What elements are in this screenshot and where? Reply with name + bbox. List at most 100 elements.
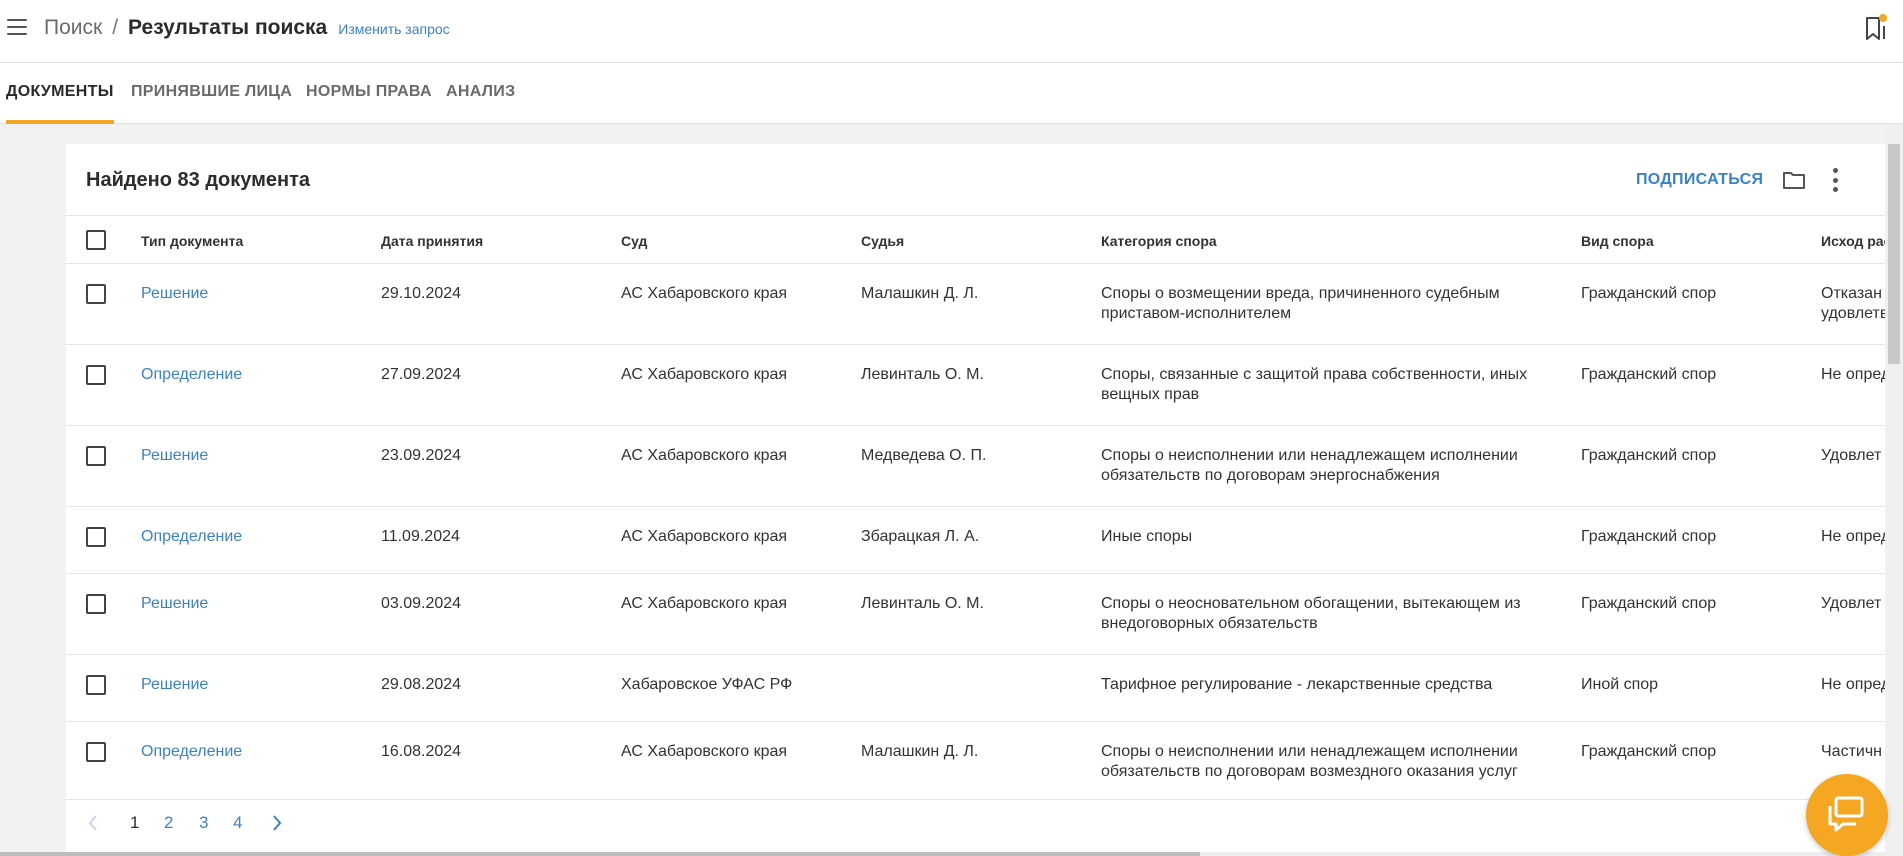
top-bar: Поиск / Результаты поиска Изменить запро… bbox=[0, 0, 1903, 63]
results-header: Найдено 83 документа ПОДПИСАТЬСЯ bbox=[66, 144, 1886, 216]
table-row[interactable]: Определение 16.08.2024 АС Хабаровского к… bbox=[66, 722, 1886, 800]
category-line-2: обязательств по договорам энергоснабжени… bbox=[1101, 467, 1440, 484]
tab-analysis[interactable]: АНАЛИЗ bbox=[446, 63, 515, 124]
doc-category: Споры о неисполнении или ненадлежащем ис… bbox=[1101, 446, 1561, 486]
breadcrumb-root[interactable]: Поиск bbox=[44, 16, 102, 40]
bookmarks-icon[interactable] bbox=[1864, 14, 1888, 42]
breadcrumb-separator: / bbox=[112, 16, 119, 39]
doc-type-link[interactable]: Определение bbox=[141, 365, 242, 385]
col-outcome[interactable]: Исход рас bbox=[1821, 231, 1886, 251]
doc-type-link[interactable]: Решение bbox=[141, 675, 208, 695]
horizontal-scrollbar[interactable] bbox=[0, 852, 1885, 856]
row-checkbox[interactable] bbox=[86, 594, 106, 614]
vertical-scrollbar[interactable] bbox=[1885, 124, 1903, 856]
category-line-1: Споры о неисполнении или ненадлежащем ис… bbox=[1101, 743, 1518, 760]
doc-judge: Медведева О. П. bbox=[861, 447, 987, 464]
doc-date: 11.09.2024 bbox=[381, 528, 460, 545]
category-line-2: вещных прав bbox=[1101, 386, 1200, 403]
doc-category: Споры, связанные с защитой права собстве… bbox=[1101, 365, 1561, 405]
scrollbar-thumb[interactable] bbox=[1888, 144, 1900, 364]
doc-category: Споры о неосновательном обогащении, выте… bbox=[1101, 594, 1561, 634]
doc-date: 16.08.2024 bbox=[381, 743, 462, 760]
page-1[interactable]: 1 bbox=[130, 813, 139, 833]
chat-icon bbox=[1828, 796, 1864, 832]
chevron-left-icon bbox=[88, 815, 97, 831]
doc-court: АС Хабаровского края bbox=[621, 366, 788, 383]
tab-persons[interactable]: ПРИНЯВШИЕ ЛИЦА bbox=[131, 63, 292, 124]
category-line-2: обязательств по договорам возмездного ок… bbox=[1101, 763, 1518, 780]
category-line-1: Споры о неосновательном обогащении, выте… bbox=[1101, 595, 1521, 612]
page-title: Результаты поиска bbox=[128, 16, 328, 39]
row-checkbox[interactable] bbox=[86, 365, 106, 385]
doc-dispute-type: Гражданский спор bbox=[1581, 447, 1717, 464]
col-date[interactable]: Дата принятия bbox=[381, 231, 483, 251]
category-line-1: Споры о неисполнении или ненадлежащем ис… bbox=[1101, 447, 1518, 464]
chat-button[interactable] bbox=[1806, 774, 1888, 856]
doc-judge: Малашкин Д. Л. bbox=[861, 743, 979, 760]
doc-type-link[interactable]: Определение bbox=[141, 742, 242, 762]
doc-dispute-type: Гражданский спор bbox=[1581, 366, 1717, 383]
prev-page-icon[interactable] bbox=[87, 814, 99, 837]
doc-type-link[interactable]: Определение bbox=[141, 527, 242, 547]
row-checkbox[interactable] bbox=[86, 446, 106, 466]
table-row[interactable]: Решение 29.08.2024 Хабаровское УФАС РФ Т… bbox=[66, 655, 1886, 722]
doc-date: 29.08.2024 bbox=[381, 676, 462, 693]
table-row[interactable]: Решение 03.09.2024 АС Хабаровского края … bbox=[66, 574, 1886, 655]
tab-law-norms[interactable]: НОРМЫ ПРАВА bbox=[306, 63, 432, 124]
doc-category: Иные споры bbox=[1101, 528, 1193, 545]
doc-judge: Левинталь О. М. bbox=[861, 366, 984, 383]
tabs-bar: ДОКУМЕНТЫ ПРИНЯВШИЕ ЛИЦА НОРМЫ ПРАВА АНА… bbox=[0, 63, 1903, 124]
doc-outcome: Не опред bbox=[1821, 676, 1886, 693]
next-page-icon[interactable] bbox=[271, 814, 283, 837]
doc-court: АС Хабаровского края bbox=[621, 285, 788, 302]
pagination: 1 2 3 4 bbox=[66, 800, 1886, 850]
hamburger-menu-icon[interactable] bbox=[7, 19, 27, 35]
edit-query-link[interactable]: Изменить запрос bbox=[338, 21, 449, 37]
tab-documents[interactable]: ДОКУМЕНТЫ bbox=[6, 63, 114, 124]
col-dispute-type[interactable]: Вид спора bbox=[1581, 231, 1654, 251]
doc-court: АС Хабаровского края bbox=[621, 743, 788, 760]
doc-outcome: Не опред bbox=[1821, 528, 1886, 545]
col-judge[interactable]: Судья bbox=[861, 231, 904, 251]
row-checkbox[interactable] bbox=[86, 284, 106, 304]
page-4[interactable]: 4 bbox=[233, 813, 242, 833]
col-doc-type[interactable]: Тип документа bbox=[141, 231, 243, 251]
doc-outcome: Частичн bbox=[1821, 743, 1882, 760]
subscribe-button[interactable]: ПОДПИСАТЬСЯ bbox=[1636, 171, 1763, 189]
doc-type-link[interactable]: Решение bbox=[141, 446, 208, 466]
row-checkbox[interactable] bbox=[86, 675, 106, 695]
table-row[interactable]: Определение 11.09.2024 АС Хабаровского к… bbox=[66, 507, 1886, 574]
doc-date: 27.09.2024 bbox=[381, 366, 462, 383]
table-row[interactable]: Решение 29.10.2024 АС Хабаровского края … bbox=[66, 264, 1886, 345]
row-checkbox[interactable] bbox=[86, 742, 106, 762]
doc-category: Споры о неисполнении или ненадлежащем ис… bbox=[1101, 742, 1571, 782]
select-all-checkbox[interactable] bbox=[86, 230, 106, 250]
horizontal-scrollbar-thumb[interactable] bbox=[0, 852, 1200, 856]
col-court[interactable]: Суд bbox=[621, 231, 647, 251]
doc-type-link[interactable]: Решение bbox=[141, 594, 208, 614]
folder-outline-icon bbox=[1783, 172, 1805, 189]
doc-dispute-type: Гражданский спор bbox=[1581, 595, 1717, 612]
table-row[interactable]: Решение 23.09.2024 АС Хабаровского края … bbox=[66, 426, 1886, 507]
row-checkbox[interactable] bbox=[86, 527, 106, 547]
category-line-1: Споры, связанные с защитой права собстве… bbox=[1101, 366, 1528, 383]
doc-judge: Левинталь О. М. bbox=[861, 595, 984, 612]
doc-judge: Малашкин Д. Л. bbox=[861, 285, 979, 302]
table-row[interactable]: Определение 27.09.2024 АС Хабаровского к… bbox=[66, 345, 1886, 426]
doc-dispute-type: Гражданский спор bbox=[1581, 528, 1717, 545]
outcome-line-2: удовлетв bbox=[1821, 305, 1886, 322]
doc-outcome: Отказан удовлетв bbox=[1821, 284, 1886, 324]
doc-dispute-type: Гражданский спор bbox=[1581, 285, 1717, 302]
doc-court: АС Хабаровского края bbox=[621, 447, 788, 464]
col-category[interactable]: Категория спора bbox=[1101, 231, 1217, 251]
doc-type-link[interactable]: Решение bbox=[141, 284, 208, 304]
outcome-line-1: Отказан bbox=[1821, 285, 1882, 302]
results-card: Найдено 83 документа ПОДПИСАТЬСЯ Тип док… bbox=[66, 144, 1886, 856]
more-options-icon[interactable] bbox=[1833, 168, 1839, 192]
doc-outcome: Удовлет bbox=[1821, 447, 1882, 464]
folder-icon[interactable] bbox=[1782, 170, 1806, 190]
page-3[interactable]: 3 bbox=[199, 813, 208, 833]
page-2[interactable]: 2 bbox=[164, 813, 173, 833]
notification-dot bbox=[1879, 14, 1887, 22]
doc-court: Хабаровское УФАС РФ bbox=[621, 676, 793, 693]
